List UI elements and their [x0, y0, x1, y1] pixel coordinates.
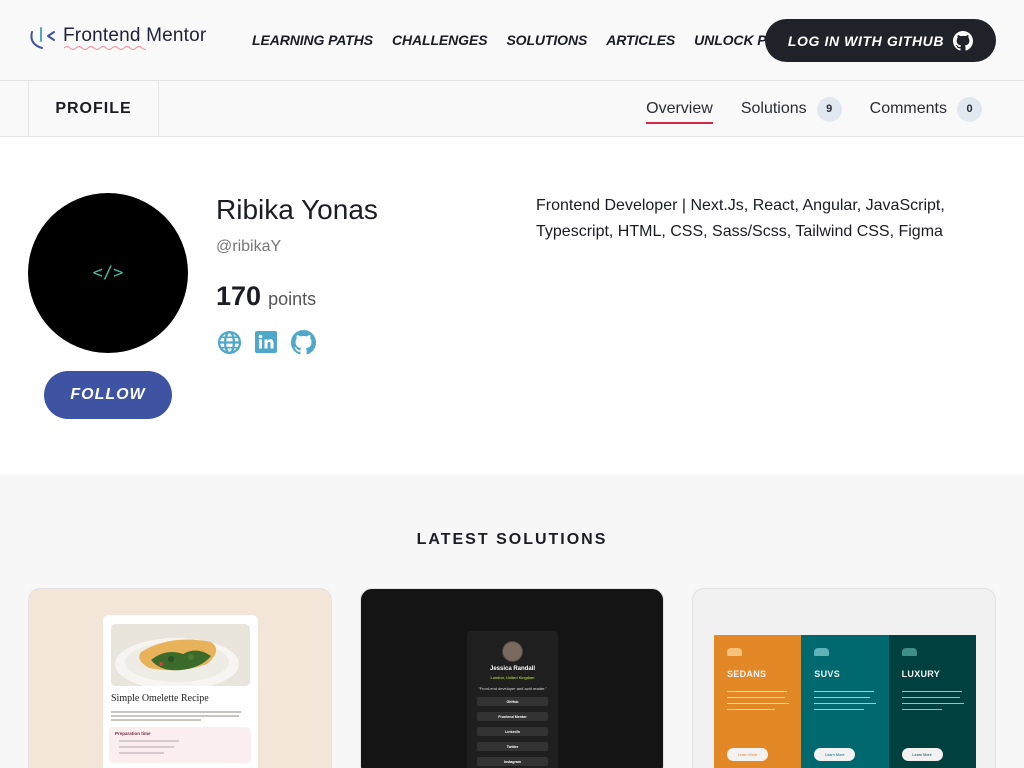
links-preview-bio: "Front-end developer and avid reader.": [478, 686, 547, 691]
linkedin-icon[interactable]: [253, 329, 279, 355]
latest-solutions-title: LATEST SOLUTIONS: [416, 531, 608, 548]
points-label: points: [268, 289, 317, 309]
links-preview-button: Instagram: [477, 757, 548, 766]
profile-handle: @ribikaY: [216, 238, 282, 255]
github-icon[interactable]: [290, 329, 316, 355]
luxury-column: LUXURY Learn More: [888, 635, 976, 768]
links-preview-button: Twitter: [477, 742, 548, 751]
luxury-text-line: [901, 697, 960, 698]
recipe-text-line: [111, 715, 239, 717]
tab-solutions[interactable]: Solutions 9: [741, 81, 842, 137]
comments-count-badge: 0: [957, 96, 982, 122]
suvs-text-line: [814, 691, 875, 692]
avatar-code-glyph: </>: [92, 263, 124, 283]
solutions-count-badge: 9: [816, 96, 842, 122]
cars-preview: SEDANS Learn More SUVS Learn More LUXURY: [714, 635, 976, 768]
solution-card-links[interactable]: Jessica Randall London, United Kingdom "…: [360, 588, 664, 768]
profile-tab[interactable]: PROFILE: [28, 81, 159, 137]
profile-bio: Frontend Developer | Next.Js, React, Ang…: [536, 197, 945, 240]
solution-card-recipe[interactable]: Simple Omelette Recipe Preparation time: [28, 588, 332, 768]
globe-icon[interactable]: [216, 329, 242, 355]
sedans-column: SEDANS Learn More: [714, 635, 802, 768]
sedans-learn-more: Learn More: [727, 748, 768, 761]
top-navbar: Frontend Mentor LEARNING PATHS CHALLENGE…: [0, 0, 1024, 81]
suv-icon: [814, 648, 830, 656]
links-preview: Jessica Randall London, United Kingdom "…: [467, 631, 558, 768]
suvs-text-line: [814, 703, 877, 704]
latest-solutions-section: LATEST SOLUTIONS Simple Omelette Recipe: [0, 474, 1024, 768]
nav-solutions[interactable]: SOLUTIONS: [506, 32, 587, 48]
profile-name: Ribika Yonas: [216, 194, 378, 225]
main-nav: LEARNING PATHS CHALLENGES SOLUTIONS ARTI…: [252, 32, 806, 48]
recipe-text-line: [111, 719, 201, 721]
nav-learning-paths[interactable]: LEARNING PATHS: [252, 32, 373, 48]
recipe-preview: Simple Omelette Recipe Preparation time: [103, 615, 258, 768]
recipe-prep-line: [119, 746, 174, 748]
tab-comments[interactable]: Comments 0: [870, 81, 982, 137]
suvs-learn-more: Learn More: [814, 748, 856, 761]
sedans-text-line: [727, 691, 787, 692]
links-profile-picture: [502, 641, 523, 662]
tab-comments-label: Comments: [869, 100, 947, 117]
recipe-prep-line: [119, 752, 164, 754]
solution-card-cars[interactable]: SEDANS Learn More SUVS Learn More LUXURY: [692, 588, 996, 768]
suvs-title: SUVS: [814, 669, 841, 679]
social-links: [216, 329, 327, 355]
recipe-preview-title: Simple Omelette Recipe: [111, 693, 209, 704]
login-github-button[interactable]: LOG IN WITH GITHUB: [765, 19, 996, 62]
suvs-column: SUVS Learn More: [801, 635, 889, 768]
tab-overview[interactable]: Overview: [646, 81, 713, 137]
profile-subnav: Overview Solutions 9 Comments 0: [646, 81, 982, 137]
suvs-text-line: [814, 697, 871, 698]
luxury-title: LUXURY: [901, 669, 941, 679]
logo-text: Frontend Mentor: [63, 25, 207, 46]
follow-button[interactable]: FOLLOW: [44, 371, 172, 419]
links-preview-location: London, United Kingdom: [490, 675, 535, 680]
links-preview-button: GitHub: [477, 697, 548, 706]
links-preview-name: Jessica Randall: [489, 666, 536, 672]
recipe-text-line: [111, 711, 241, 713]
suvs-text-line: [814, 709, 865, 710]
sedans-text-line: [727, 703, 789, 704]
recipe-prep-line: [119, 740, 179, 742]
sedans-text-line: [727, 697, 785, 698]
logo-squiggle-decoration: [64, 45, 146, 51]
nav-articles[interactable]: ARTICLES: [606, 32, 675, 48]
omelette-photo: [111, 624, 250, 686]
links-preview-button: LinkedIn: [477, 727, 548, 736]
tab-overview-label: Overview: [646, 100, 713, 117]
recipe-prep-title: Preparation time: [115, 731, 151, 736]
login-github-label: LOG IN WITH GITHUB: [787, 32, 945, 49]
luxury-text-line: [901, 703, 964, 704]
recipe-prep-box: Preparation time: [109, 727, 251, 763]
nav-challenges[interactable]: CHALLENGES: [392, 32, 488, 48]
points-value: 170: [216, 281, 262, 311]
points-display: 170 points: [216, 281, 316, 312]
links-preview-button: Frontend Mentor: [477, 712, 548, 721]
tab-solutions-label: Solutions: [740, 100, 807, 117]
github-icon: [953, 30, 974, 51]
profile-subnav-bar: PROFILE Overview Solutions 9 Comments 0: [0, 81, 1024, 137]
frontend-mentor-logo-icon: [30, 27, 55, 49]
avatar: </>: [28, 193, 188, 353]
sedans-title: SEDANS: [727, 669, 767, 679]
luxury-text-line: [901, 709, 942, 710]
luxury-car-icon: [901, 648, 917, 656]
luxury-learn-more: Learn More: [901, 748, 943, 761]
sedan-icon: [727, 648, 742, 656]
sedans-text-line: [727, 709, 775, 710]
luxury-text-line: [901, 691, 962, 692]
